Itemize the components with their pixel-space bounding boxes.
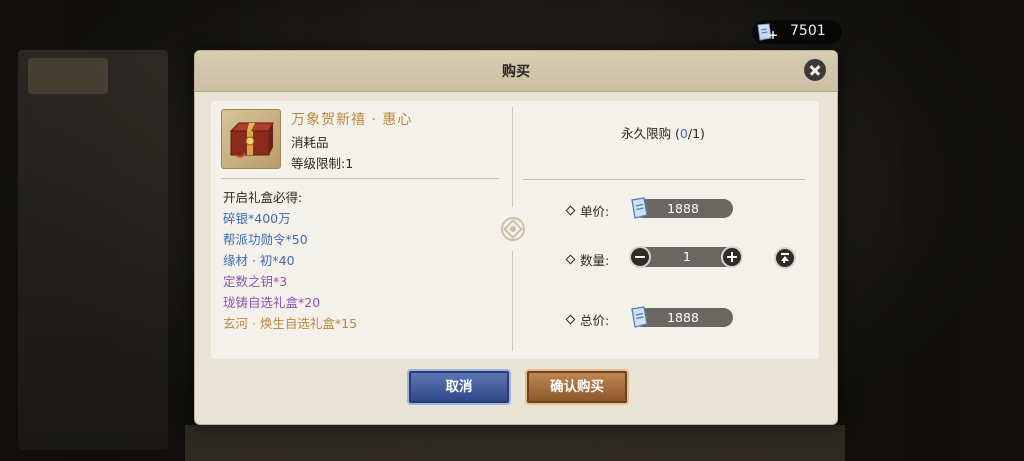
dialog-content: 万象贺新禧 · 惠心 消耗品 等级限制:1 开启礼盒必得: 碎银*400万 帮派… (211, 101, 819, 359)
ornament-icon (501, 217, 525, 241)
divider (523, 179, 805, 180)
divider (221, 178, 499, 179)
purchase-dialog: 购买 万象贺新禧 · 惠心 消耗品 等级限制:1 开启礼盒必得: 碎银*400万… (194, 50, 838, 425)
max-arrow-icon (783, 258, 785, 263)
purchase-limit: 永久限购 (0/1) (621, 126, 705, 141)
item-icon-frame (221, 109, 281, 169)
quantity-label: 数量: (565, 250, 609, 269)
increase-quantity-button[interactable] (721, 246, 743, 268)
add-currency-icon[interactable]: + (768, 29, 778, 41)
rewards-title: 开启礼盒必得: (223, 190, 303, 205)
currency-display[interactable]: + 7501 (752, 20, 842, 44)
item-name: 万象贺新禧 · 惠心 (291, 112, 413, 128)
ticket-icon (631, 306, 648, 328)
decrease-quantity-button[interactable] (629, 246, 651, 268)
item-type: 消耗品 (291, 135, 329, 150)
max-quantity-button[interactable] (774, 247, 796, 269)
reward-item: 定数之钥*3 (223, 274, 288, 289)
cancel-button[interactable]: 取消 (407, 369, 511, 405)
background-tab (28, 58, 108, 94)
dialog-header: 购买 (195, 51, 837, 92)
gift-box-icon (229, 122, 274, 158)
confirm-purchase-button[interactable]: 确认购买 (525, 369, 629, 405)
reward-item: 玄河 · 焕生自选礼盒*15 (223, 316, 358, 331)
total-price-label: 总价: (565, 310, 609, 329)
close-icon[interactable] (802, 57, 828, 83)
dialog-title: 购买 (502, 64, 530, 80)
reward-item: 缘材 · 初*40 (223, 253, 295, 268)
currency-amount: 7501 (790, 23, 826, 39)
item-level-requirement: 等级限制:1 (291, 156, 354, 171)
ticket-icon (631, 197, 648, 219)
reward-item: 碎银*400万 (223, 211, 291, 226)
reward-item: 帮派功勋令*50 (223, 232, 308, 247)
unit-price-label: 单价: (565, 201, 609, 220)
column-divider (512, 251, 513, 351)
background-bottom-bar (185, 425, 845, 461)
reward-item: 珑铸自选礼盒*20 (223, 295, 321, 310)
column-divider (512, 107, 513, 207)
background-side-panel (18, 50, 168, 450)
